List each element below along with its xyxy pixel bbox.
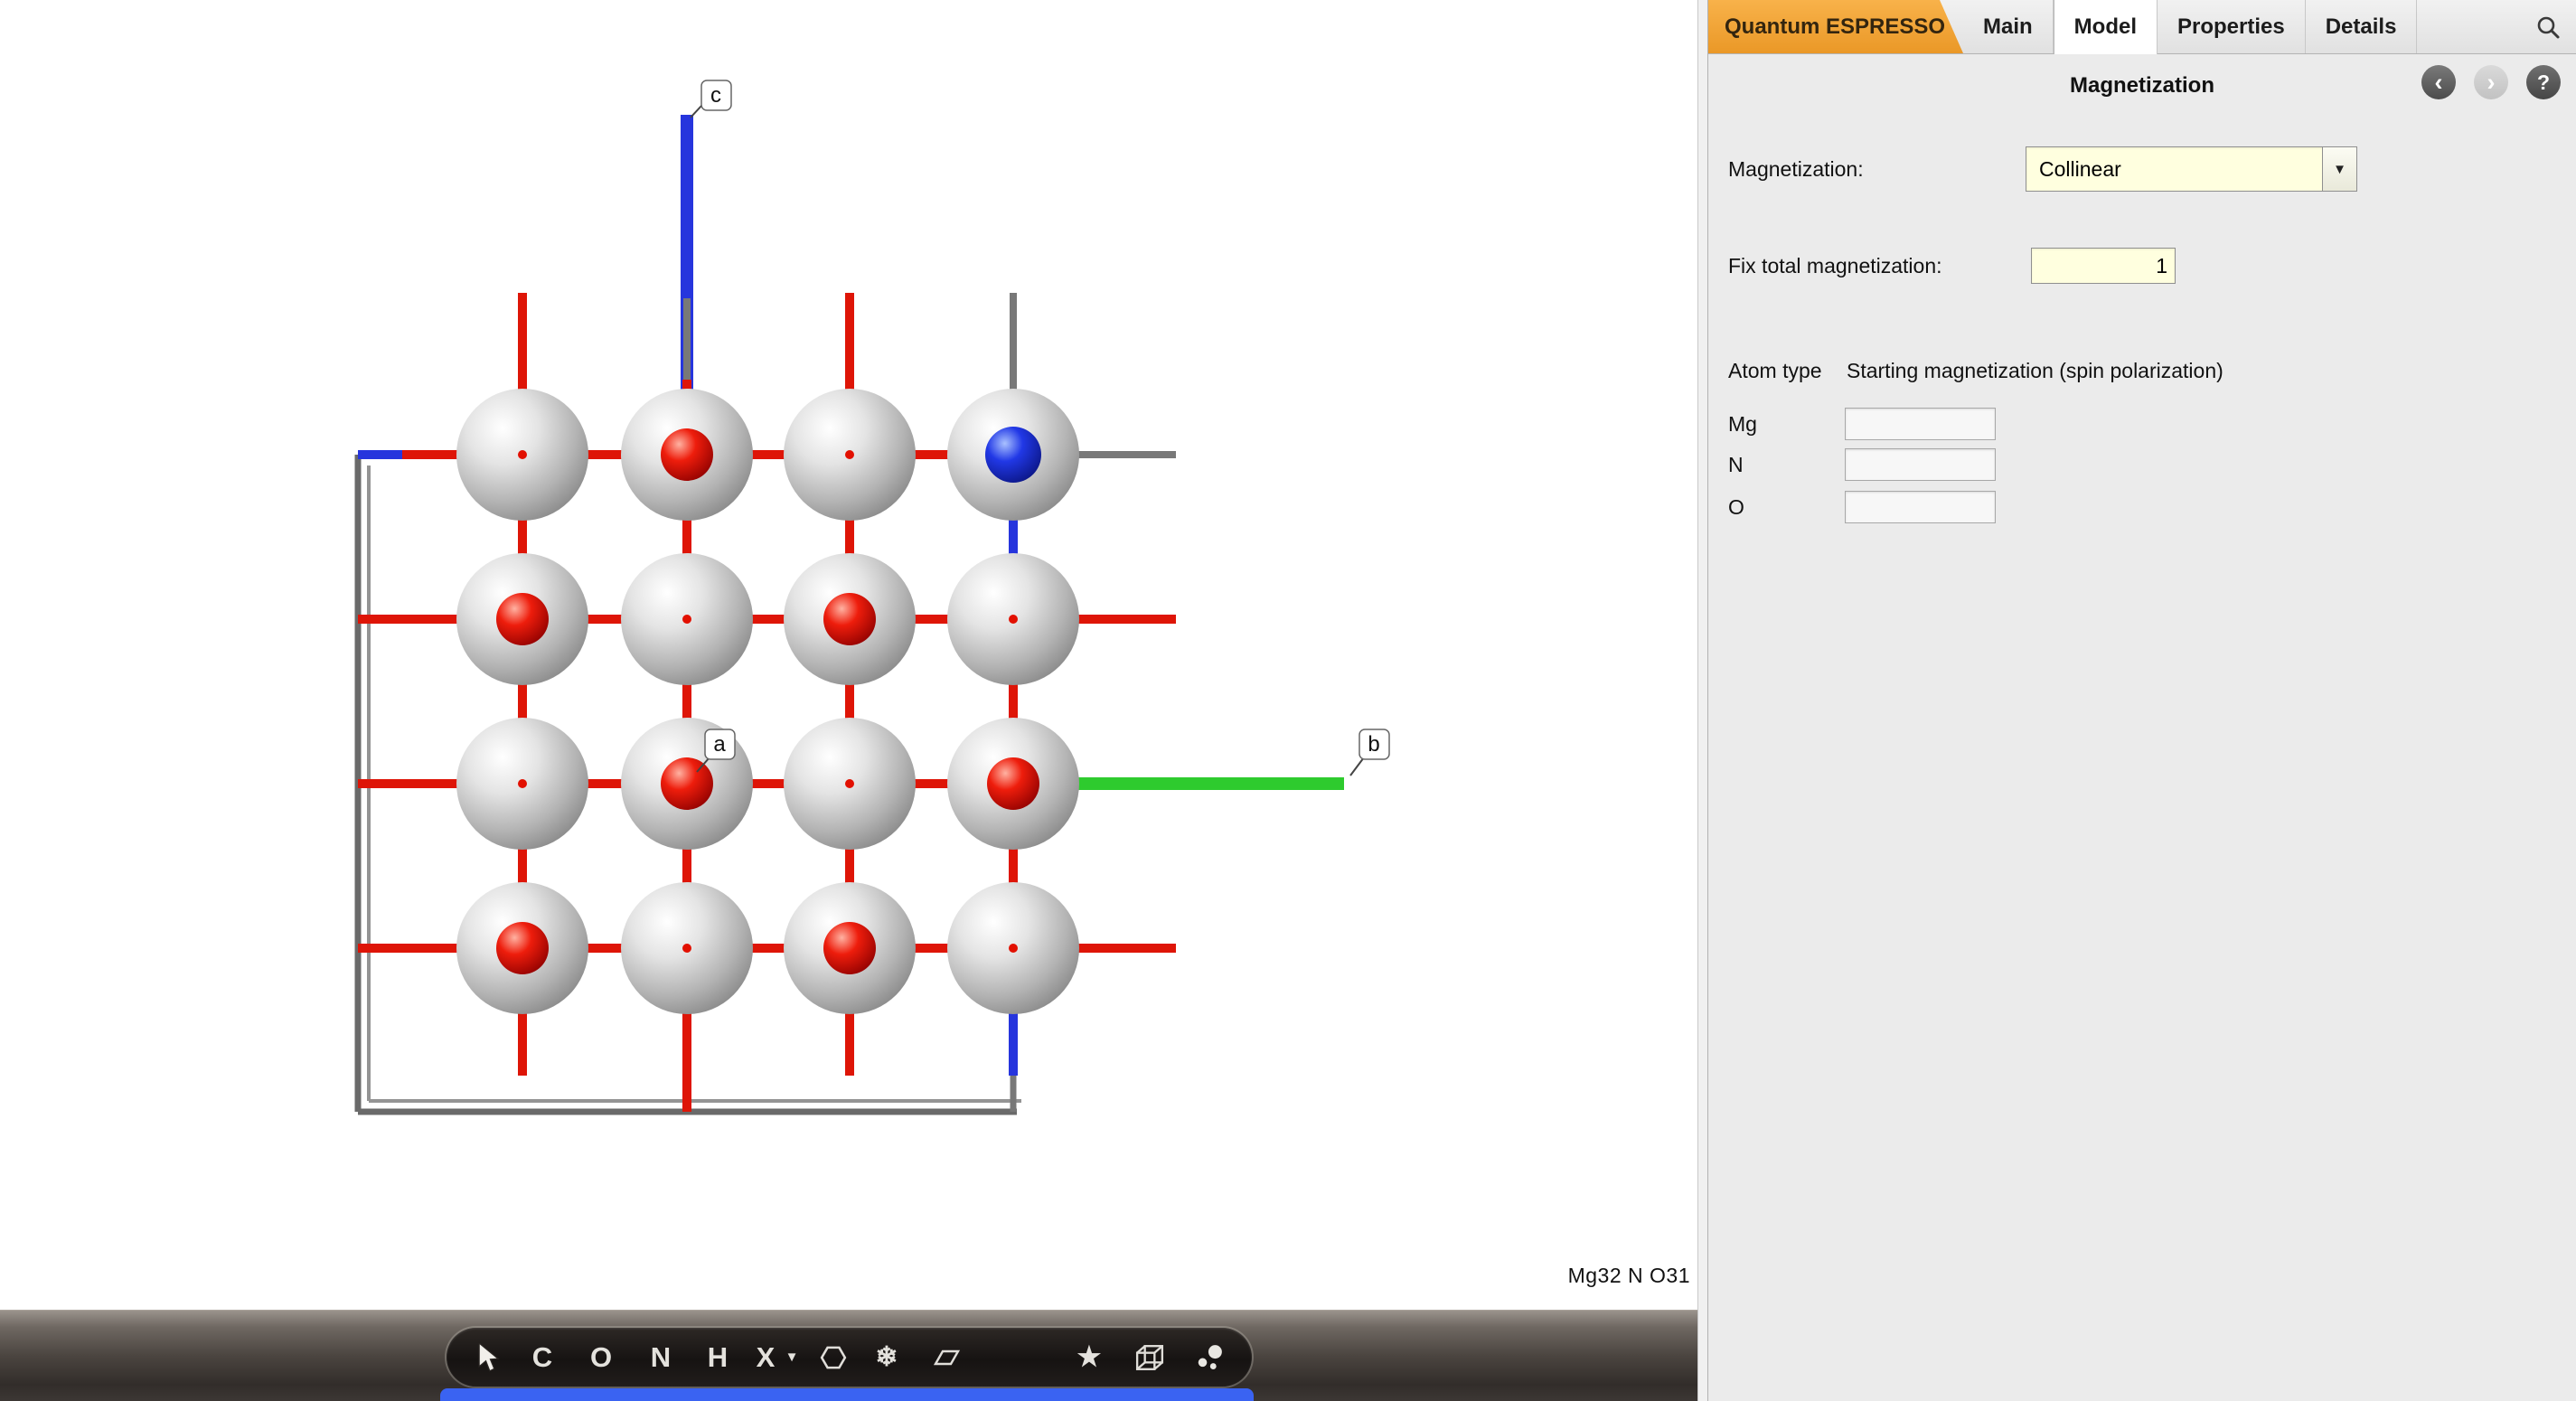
plane-tool-icon[interactable] — [930, 1328, 963, 1387]
favorites-icon[interactable]: ★ — [1073, 1328, 1105, 1387]
tab-quantum-espresso[interactable]: Quantum ESPRESSO — [1708, 0, 1963, 53]
select-tool-icon[interactable] — [472, 1328, 504, 1387]
tab-details[interactable]: Details — [2306, 0, 2418, 53]
magnetization-input-n[interactable] — [1845, 448, 1996, 481]
search-button[interactable] — [2534, 0, 2576, 53]
forward-button[interactable]: › — [2474, 65, 2508, 99]
formula-label: Mg32 N O31 — [1568, 1264, 1690, 1288]
axis-label-b: b — [1368, 732, 1379, 757]
element-button-n[interactable]: N — [644, 1328, 677, 1387]
tab-properties[interactable]: Properties — [2158, 0, 2306, 53]
element-button-c[interactable]: C — [526, 1328, 559, 1387]
tab-bar: Quantum ESPRESSO Main Model Properties D… — [1708, 0, 2576, 54]
panel-splitter[interactable] — [1697, 0, 1708, 1401]
tab-model[interactable]: Model — [2054, 0, 2158, 54]
atom-row-label-mg: Mg — [1728, 411, 1757, 437]
crystal-tool-icon[interactable]: ❄ — [870, 1328, 903, 1387]
search-icon — [2534, 14, 2562, 41]
tab-main[interactable]: Main — [1963, 0, 2054, 53]
atom-row-label-o: O — [1728, 494, 1744, 520]
atom-row-label-n: N — [1728, 452, 1744, 477]
element-button-o[interactable]: O — [585, 1328, 617, 1387]
o-atoms[interactable] — [496, 428, 1039, 974]
fix-total-magnetization-input[interactable] — [2031, 248, 2176, 284]
app-window: c a b Mg32 N O31 C O N H X ▼ — [0, 0, 2576, 1401]
fix-total-magnetization-label: Fix total magnetization: — [1728, 252, 1942, 279]
magnetization-selected-value: Collinear — [2026, 147, 2322, 191]
magnetization-label: Magnetization: — [1728, 155, 1864, 183]
element-dropdown-icon[interactable]: ▼ — [776, 1328, 808, 1387]
chevron-down-icon[interactable]: ▼ — [2322, 147, 2356, 191]
axis-label-a: a — [713, 732, 726, 757]
magnetization-input-o[interactable] — [1845, 491, 1996, 523]
settings-panel: Quantum ESPRESSO Main Model Properties D… — [1708, 0, 2576, 1401]
ring-tool-icon[interactable] — [817, 1328, 850, 1387]
brand-tab-label: Quantum ESPRESSO — [1725, 14, 1945, 40]
fragments-tool-icon[interactable] — [1193, 1328, 1226, 1387]
atom-type-header: Atom type — [1728, 357, 1822, 384]
back-button[interactable]: ‹ — [2421, 65, 2456, 99]
starting-magnetization-header: Starting magnetization (spin polarizatio… — [1847, 357, 2223, 384]
magnetization-input-mg[interactable] — [1845, 408, 1996, 440]
active-indicator-bar — [440, 1388, 1254, 1401]
element-button-h[interactable]: H — [701, 1328, 734, 1387]
mg-atoms[interactable] — [456, 389, 1079, 1014]
cell-tool-icon[interactable] — [1133, 1328, 1166, 1387]
help-button[interactable]: ? — [2526, 65, 2561, 99]
magnetization-select[interactable]: Collinear ▼ — [2026, 146, 2357, 192]
n-atom[interactable] — [985, 427, 1041, 483]
axis-label-c: c — [710, 83, 721, 108]
structure-scene[interactable]: c a b — [0, 0, 1697, 1401]
element-toolbar: C O N H X ▼ ❄ ★ — [447, 1328, 1252, 1387]
structure-viewport[interactable]: c a b Mg32 N O31 C O N H X ▼ — [0, 0, 1697, 1401]
